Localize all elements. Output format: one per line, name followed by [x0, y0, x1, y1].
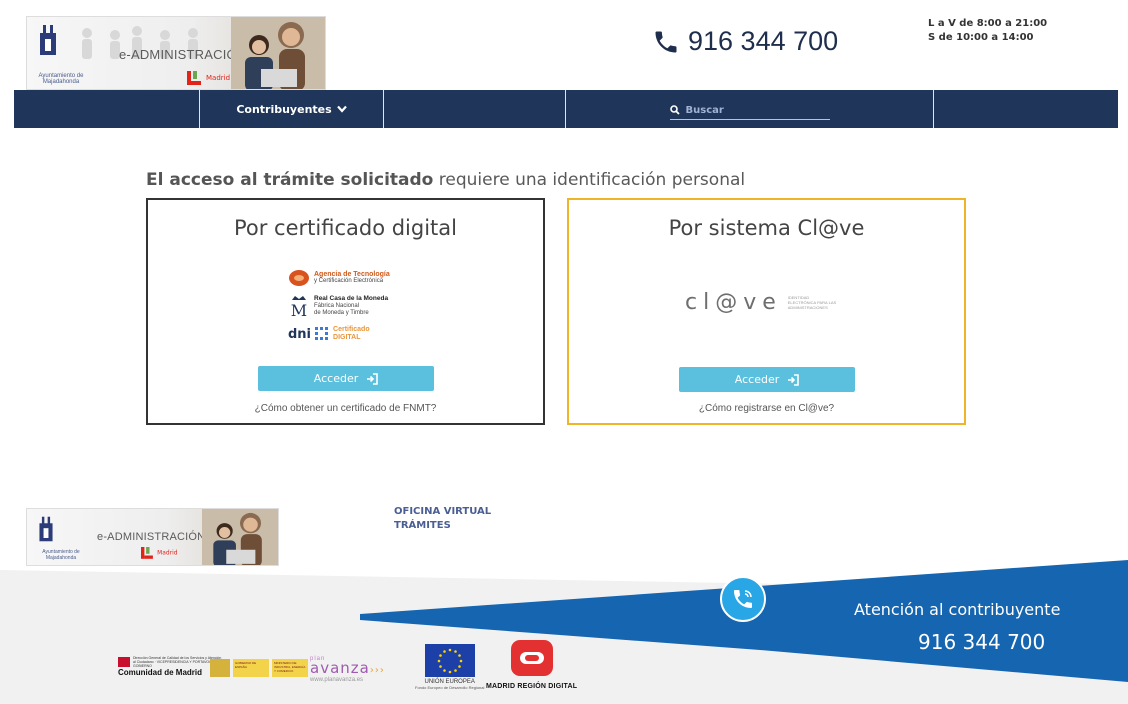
people-photo-image — [231, 17, 325, 89]
comunidad-de-madrid-logo[interactable]: Dirección General de Calidad de los Serv… — [118, 656, 225, 677]
footer-links: OFICINA VIRTUAL TRÁMITES — [394, 505, 491, 533]
fnmt-line-3: de Moneda y Timbre — [314, 310, 369, 316]
phone-contact[interactable]: 916 344 700 — [652, 26, 838, 57]
plan-avanza-dots-icon: ››› — [369, 665, 385, 676]
feder-label: Fondo Europeo de Desarrollo Regional — [415, 685, 485, 690]
certificado-label-2: DIGITAL — [333, 334, 361, 341]
chevron-down-icon — [336, 105, 347, 113]
login-icon — [367, 372, 379, 385]
atencion-contribuyente-label: Atención al contribuyente — [854, 600, 1061, 619]
acceder-label: Acceder — [313, 372, 359, 385]
people-photo-image — [202, 509, 278, 565]
access-required-heading: El acceso al trámite solicitado requiere… — [146, 170, 745, 190]
plan-avanza-name: avanza — [310, 659, 370, 677]
acceder-clave-button[interactable]: Acceder — [679, 367, 855, 392]
dni-certificado-logo: dni Certificado DIGITAL — [288, 320, 408, 348]
acceder-label: Acceder — [734, 373, 780, 386]
search-icon[interactable] — [669, 105, 680, 115]
aceti-line-2: y Certificación Electrónica — [314, 278, 384, 284]
ayuntamiento-label: Ayuntamiento de Majadahonda — [38, 73, 84, 85]
clave-logo-text: cl@ve — [685, 290, 782, 315]
oficina-virtual-link[interactable]: OFICINA VIRTUAL — [394, 505, 491, 519]
search-input[interactable] — [685, 104, 816, 116]
opening-hours: L a V de 8:00 a 21:00 S de 10:00 a 14:00 — [928, 17, 1047, 45]
phone-call-icon — [734, 590, 752, 608]
login-icon — [788, 373, 800, 386]
e-administracion-label: e-ADMINISTRACIÓN — [119, 47, 247, 62]
e-administracion-banner-logo[interactable]: Ayuntamiento de Majadahonda e-ADMINISTRA… — [26, 16, 326, 90]
plan-avanza-url: www.planavanza.es — [310, 677, 364, 683]
majadahonda-crest-icon — [40, 25, 56, 55]
nav-cell-empty — [934, 90, 1118, 128]
call-button[interactable] — [720, 576, 766, 622]
clave-title: Por sistema Cl@ve — [668, 216, 865, 240]
fnmt-line-1: Real Casa de la Moneda — [314, 295, 389, 302]
acceder-certificado-button[interactable]: Acceder — [258, 366, 434, 391]
registrarse-clave-link[interactable]: ¿Cómo registrarse en Cl@ve? — [569, 403, 964, 414]
majadahonda-crest-icon — [39, 516, 53, 542]
madrid-md-icon — [141, 547, 153, 559]
comunidad-madrid-flag-icon — [118, 657, 130, 667]
crown-m-icon: M — [291, 296, 307, 318]
fnmt-line-2: Fábrica Nacional — [314, 303, 360, 309]
nav-contribuyentes-label: Contribuyentes — [236, 102, 332, 116]
mrd-symbol-icon — [519, 652, 544, 664]
clave-panel: Por sistema Cl@ve cl@ve IDENTIDAD ELECTR… — [567, 198, 966, 425]
eu-flag-icon — [424, 644, 475, 677]
gobierno-espana-logo[interactable]: GOBIERNO DE ESPAÑA MINISTERIO DE INDUSTR… — [210, 659, 308, 677]
aceti-icon — [289, 270, 309, 286]
madrid-digital-logo: Madrid — [141, 547, 178, 559]
madrid-label: Madrid — [157, 549, 178, 557]
dni-label: dni — [288, 326, 312, 342]
phone-icon — [655, 31, 677, 52]
plan-avanza-logo[interactable]: plan avanza››› www.planavanza.es — [310, 656, 385, 683]
gobierno-espana-text: GOBIERNO DE ESPAÑA — [233, 659, 269, 677]
madrid-region-digital-logo[interactable]: MADRID REGIÓN DIGITAL — [486, 640, 577, 690]
madrid-label: Madrid — [206, 74, 231, 82]
clave-logo-subtitle: IDENTIDAD ELECTRÓNICA PARA LAS ADMINISTR… — [787, 295, 837, 310]
certificado-label-1: Certificado — [333, 326, 370, 333]
eu-stars-icon — [437, 648, 462, 673]
madrid-region-digital-icon — [510, 640, 553, 676]
madrid-region-digital-label: MADRID REGIÓN DIGITAL — [486, 683, 578, 690]
nav-search-cell — [566, 90, 934, 128]
comunidad-madrid-name: Comunidad de Madrid — [118, 668, 202, 677]
heading-bold-text: El acceso al trámite solicitado — [146, 170, 434, 190]
e-administracion-label: e-ADMINISTRACIÓN — [97, 531, 206, 543]
escudo-espana-icon — [210, 659, 230, 677]
atencion-phone-number: 916 344 700 — [918, 630, 1046, 654]
nav-cell-empty — [384, 90, 566, 128]
fnmt-logo: M Real Casa de la Moneda Fábrica Nacional… — [288, 292, 408, 320]
certificado-digital-panel: Por certificado digital Agencia de Tecno… — [146, 198, 545, 425]
nav-contribuyentes-menu[interactable]: Contribuyentes — [200, 90, 384, 128]
phone-number: 916 344 700 — [688, 26, 839, 56]
madrid-md-icon — [187, 71, 201, 85]
main-nav-bar: Contribuyentes — [14, 90, 1118, 128]
search-box — [669, 104, 830, 120]
certificado-digital-title: Por certificado digital — [233, 216, 457, 240]
nav-cell-empty — [14, 90, 200, 128]
heading-rest-text: requiere una identificación personal — [433, 170, 746, 190]
aceti-line-1: Agencia de Tecnología — [314, 271, 390, 278]
tramites-link[interactable]: TRÁMITES — [394, 519, 491, 533]
footer-e-administracion-logo[interactable]: Ayuntamiento de Majadahonda e-ADMINISTRA… — [26, 508, 279, 566]
hours-weekday: L a V de 8:00 a 21:00 — [928, 18, 1048, 29]
obtener-certificado-link[interactable]: ¿Cómo obtener un certificado de FNMT? — [148, 403, 543, 414]
dni-chip-icon — [315, 327, 329, 340]
madrid-digital-logo: Madrid — [187, 71, 230, 85]
certificate-providers-logos: Agencia de Tecnología y Certificación Ele… — [288, 264, 408, 356]
union-europea-logo[interactable]: UNIÓN EUROPEA Fondo Europeo de Desarroll… — [415, 644, 484, 690]
clave-logo: cl@ve IDENTIDAD ELECTRÓNICA PARA LAS ADM… — [685, 290, 838, 315]
svg-text:M: M — [291, 301, 307, 318]
hours-saturday: S de 10:00 a 14:00 — [928, 32, 1034, 43]
aceti-logo: Agencia de Tecnología y Certificación Ele… — [288, 264, 408, 292]
ministerio-industria-text: MINISTERIO DE INDUSTRIA, ENERGÍA Y COMER… — [272, 659, 308, 677]
